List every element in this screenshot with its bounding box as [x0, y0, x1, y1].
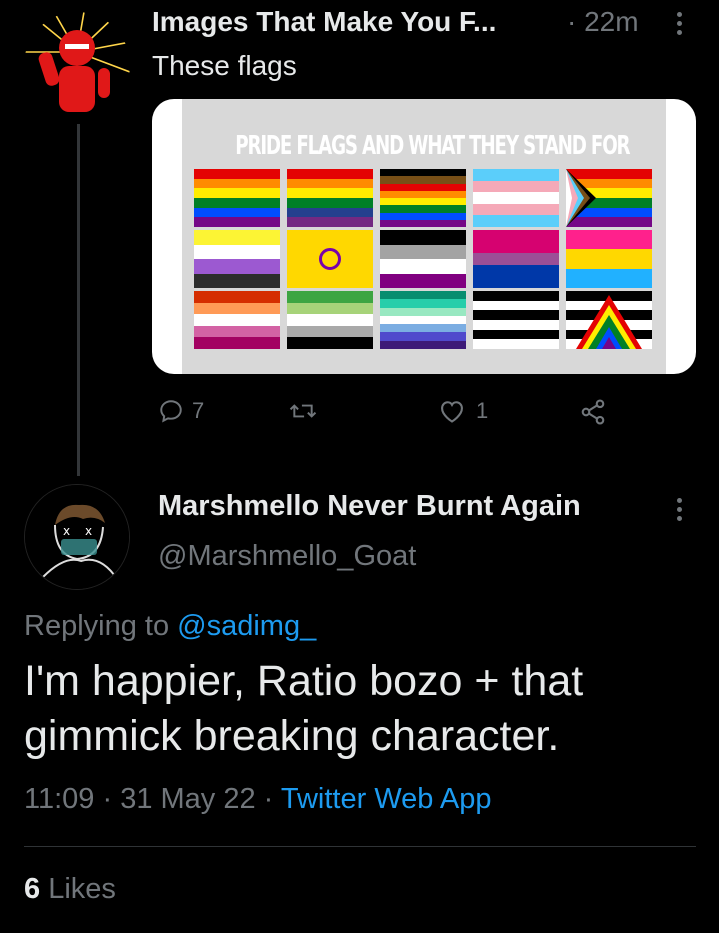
- reply-more-options-icon[interactable]: [672, 494, 686, 525]
- pride-flags-chart: PRIDE FLAGS AND WHAT THEY STAND FOR: [182, 99, 666, 374]
- avatar-character-icon: [24, 12, 130, 118]
- tweet-timestamp[interactable]: · 22m: [567, 6, 639, 38]
- retweet-button[interactable]: [288, 398, 326, 424]
- progress-flag: [566, 169, 652, 227]
- avatar-drawing-icon: x x: [25, 485, 129, 589]
- straight-ally-flag: [473, 291, 559, 349]
- heart-icon: [441, 401, 463, 423]
- gay-men-flag: [380, 291, 466, 349]
- intersex-flag: [287, 230, 373, 288]
- reply-metadata: 11:09 · 31 May 22 · Twitter Web App: [24, 783, 491, 816]
- tweet-media-image[interactable]: PRIDE FLAGS AND WHAT THEY STAND FOR: [152, 99, 696, 374]
- svg-text:x: x: [63, 524, 70, 538]
- reply-author-avatar[interactable]: x x: [24, 484, 130, 590]
- retweet-icon: [289, 404, 317, 418]
- nonbinary-flag: [194, 230, 280, 288]
- reply-author-name[interactable]: Marshmello Never Burnt Again: [158, 490, 581, 523]
- lesbian-flag: [194, 291, 280, 349]
- likes-number: 6: [24, 873, 41, 905]
- transgender-flag: [473, 169, 559, 227]
- rainbow-flag: [194, 169, 280, 227]
- like-count: 1: [476, 398, 489, 423]
- divider: [24, 846, 696, 847]
- image-title: PRIDE FLAGS AND WHAT THEY STAND FOR: [235, 131, 630, 161]
- philadelphia-flag: [380, 169, 466, 227]
- reply-author-handle[interactable]: @Marshmello_Goat: [158, 540, 416, 573]
- tweet-text: These flags: [152, 50, 297, 81]
- asexual-flag: [380, 230, 466, 288]
- reply-icon: [160, 400, 182, 423]
- replying-to-line: Replying to @sadimg_: [24, 610, 316, 643]
- like-button[interactable]: 1: [438, 398, 488, 424]
- replying-prefix: Replying to: [24, 610, 178, 642]
- ally-flag: [566, 291, 652, 349]
- pansexual-flag: [566, 230, 652, 288]
- bisexual-flag: [473, 230, 559, 288]
- likes-label: Likes: [40, 873, 116, 905]
- tweet-author-name[interactable]: Images That Make You F...: [152, 6, 496, 38]
- aromantic-flag: [287, 291, 373, 349]
- thread-connector-line: [77, 124, 80, 476]
- tweet-author-avatar[interactable]: [24, 12, 130, 118]
- rainbow-flag-alt: [287, 169, 373, 227]
- reply-count: 7: [192, 398, 205, 423]
- svg-text:x: x: [85, 524, 92, 538]
- replying-mention-link[interactable]: @sadimg_: [177, 610, 316, 642]
- reply-text: I'm happier, Ratio bozo + that gimmick b…: [24, 657, 584, 760]
- reply-button[interactable]: 7: [158, 398, 204, 424]
- source-app-link[interactable]: Twitter Web App: [281, 783, 492, 815]
- likes-count-link[interactable]: 6 Likes: [24, 873, 116, 906]
- share-icon: [581, 399, 605, 425]
- share-button[interactable]: [578, 398, 608, 426]
- reply-timestamp[interactable]: 11:09 · 31 May 22 ·: [24, 783, 281, 815]
- more-options-icon[interactable]: [672, 8, 686, 39]
